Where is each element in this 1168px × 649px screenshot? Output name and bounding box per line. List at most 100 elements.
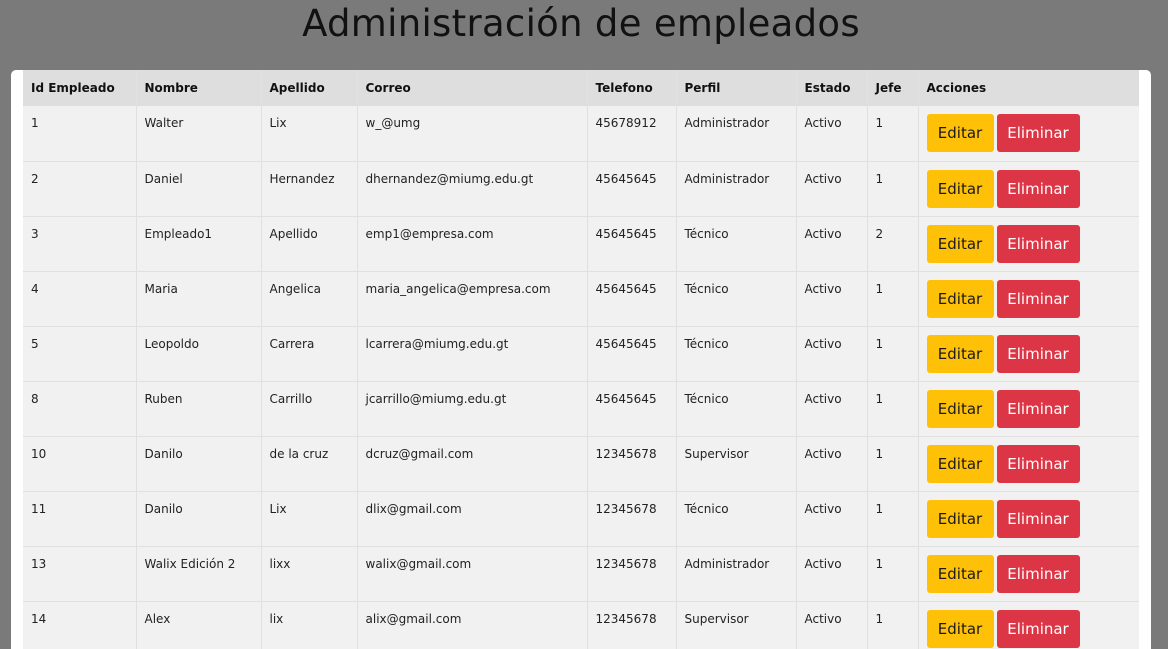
cell-telefono: 45645645: [587, 216, 677, 272]
cell-apellido: lixx: [261, 546, 358, 602]
cell-id: 13: [23, 546, 137, 602]
edit-button[interactable]: Editar: [926, 114, 994, 152]
cell-nombre: Walter: [136, 106, 262, 162]
column-header-perfil: Perfil: [676, 70, 797, 106]
cell-acciones: Editar Eliminar: [918, 601, 1139, 649]
edit-button[interactable]: Editar: [926, 224, 994, 263]
cell-id: 3: [23, 216, 137, 272]
cell-apellido: Carrillo: [261, 381, 358, 437]
cell-apellido: Hernandez: [261, 161, 358, 217]
cell-id: 14: [23, 601, 137, 649]
table-row: 8 Ruben Carrillo jcarrillo@miumg.edu.gt 4564…: [23, 381, 1139, 437]
column-header-id: Id Empleado: [23, 70, 137, 106]
edit-button[interactable]: Editar: [926, 554, 994, 593]
cell-id: 10: [23, 436, 137, 492]
table-row: 4 Maria Angelica maria_angelica@empresa.com…: [23, 271, 1139, 327]
cell-perfil: Técnico: [676, 326, 797, 382]
cell-telefono: 45645645: [587, 271, 677, 327]
edit-button[interactable]: Editar: [926, 609, 994, 648]
cell-jefe: 1: [867, 106, 919, 162]
table-body: 1 Walter Lix w_@umg 45678912 Administrador Act…: [23, 106, 1139, 649]
cell-jefe: 1: [867, 381, 919, 437]
delete-button[interactable]: Eliminar: [996, 279, 1080, 318]
table-row: 14 Alex lix alix@gmail.com 12345678 Superviso…: [23, 601, 1139, 649]
cell-nombre: Danilo: [136, 436, 262, 492]
cell-correo: jcarrillo@miumg.edu.gt: [357, 381, 588, 437]
cell-acciones: Editar Eliminar: [918, 436, 1139, 492]
column-header-acciones: Acciones: [918, 70, 1139, 106]
cell-estado: Activo: [796, 601, 868, 649]
delete-button[interactable]: Eliminar: [996, 389, 1080, 428]
cell-jefe: 1: [867, 491, 919, 547]
cell-perfil: Técnico: [676, 271, 797, 327]
edit-button[interactable]: Editar: [926, 169, 994, 208]
table-row: 10 Danilo de la cruz dcruz@gmail.com 1234567…: [23, 436, 1139, 492]
cell-estado: Activo: [796, 546, 868, 602]
cell-telefono: 45645645: [587, 161, 677, 217]
cell-nombre: Alex: [136, 601, 262, 649]
cell-telefono: 12345678: [587, 436, 677, 492]
cell-perfil: Administrador: [676, 106, 797, 162]
table-row: 2 Daniel Hernandez dhernandez@miumg.edu.gt 4…: [23, 161, 1139, 217]
delete-button[interactable]: Eliminar: [996, 444, 1080, 483]
cell-telefono: 45645645: [587, 326, 677, 382]
table-header: Id Empleado Nombre Apellido Correo Telef…: [23, 70, 1139, 106]
cell-jefe: 1: [867, 271, 919, 327]
cell-correo: emp1@empresa.com: [357, 216, 588, 272]
column-header-telefono: Telefono: [587, 70, 677, 106]
delete-button[interactable]: Eliminar: [996, 334, 1080, 373]
cell-id: 8: [23, 381, 137, 437]
cell-apellido: Lix: [261, 491, 358, 547]
cell-nombre: Empleado1: [136, 216, 262, 272]
cell-nombre: Ruben: [136, 381, 262, 437]
cell-acciones: Editar Eliminar: [918, 161, 1139, 217]
column-header-nombre: Nombre: [136, 70, 262, 106]
cell-correo: dlix@gmail.com: [357, 491, 588, 547]
column-header-correo: Correo: [357, 70, 588, 106]
cell-id: 1: [23, 106, 137, 162]
delete-button[interactable]: Eliminar: [996, 169, 1080, 208]
edit-button[interactable]: Editar: [926, 334, 994, 373]
cell-acciones: Editar Eliminar: [918, 381, 1139, 437]
edit-button[interactable]: Editar: [926, 389, 994, 428]
delete-button[interactable]: Eliminar: [996, 499, 1080, 538]
cell-correo: w_@umg: [357, 106, 588, 162]
cell-nombre: Danilo: [136, 491, 262, 547]
cell-correo: walix@gmail.com: [357, 546, 588, 602]
cell-jefe: 1: [867, 326, 919, 382]
employees-card: Id Empleado Nombre Apellido Correo Telef…: [11, 70, 1151, 649]
delete-button[interactable]: Eliminar: [996, 609, 1080, 648]
edit-button[interactable]: Editar: [926, 499, 994, 538]
cell-acciones: Editar Eliminar: [918, 546, 1139, 602]
cell-correo: alix@gmail.com: [357, 601, 588, 649]
cell-perfil: Supervisor: [676, 436, 797, 492]
cell-estado: Activo: [796, 326, 868, 382]
delete-button[interactable]: Eliminar: [996, 114, 1080, 152]
cell-jefe: 1: [867, 546, 919, 602]
cell-perfil: Técnico: [676, 381, 797, 437]
cell-perfil: Supervisor: [676, 601, 797, 649]
edit-button[interactable]: Editar: [926, 279, 994, 318]
cell-jefe: 1: [867, 601, 919, 649]
cell-acciones: Editar Eliminar: [918, 271, 1139, 327]
cell-acciones: Editar Eliminar: [918, 216, 1139, 272]
cell-estado: Activo: [796, 271, 868, 327]
cell-telefono: 12345678: [587, 546, 677, 602]
cell-jefe: 2: [867, 216, 919, 272]
cell-nombre: Leopoldo: [136, 326, 262, 382]
edit-button[interactable]: Editar: [926, 444, 994, 483]
cell-apellido: Carrera: [261, 326, 358, 382]
cell-apellido: de la cruz: [261, 436, 358, 492]
table-row: 11 Danilo Lix dlix@gmail.com 12345678 Técnico…: [23, 491, 1139, 547]
cell-id: 5: [23, 326, 137, 382]
cell-perfil: Administrador: [676, 161, 797, 217]
cell-perfil: Técnico: [676, 491, 797, 547]
delete-button[interactable]: Eliminar: [996, 554, 1080, 593]
cell-telefono: 12345678: [587, 601, 677, 649]
cell-telefono: 45678912: [587, 106, 677, 162]
table-row: 3 Empleado1 Apellido emp1@empresa.com 456456…: [23, 216, 1139, 272]
cell-estado: Activo: [796, 381, 868, 437]
cell-nombre: Maria: [136, 271, 262, 327]
cell-estado: Activo: [796, 216, 868, 272]
delete-button[interactable]: Eliminar: [996, 224, 1080, 263]
